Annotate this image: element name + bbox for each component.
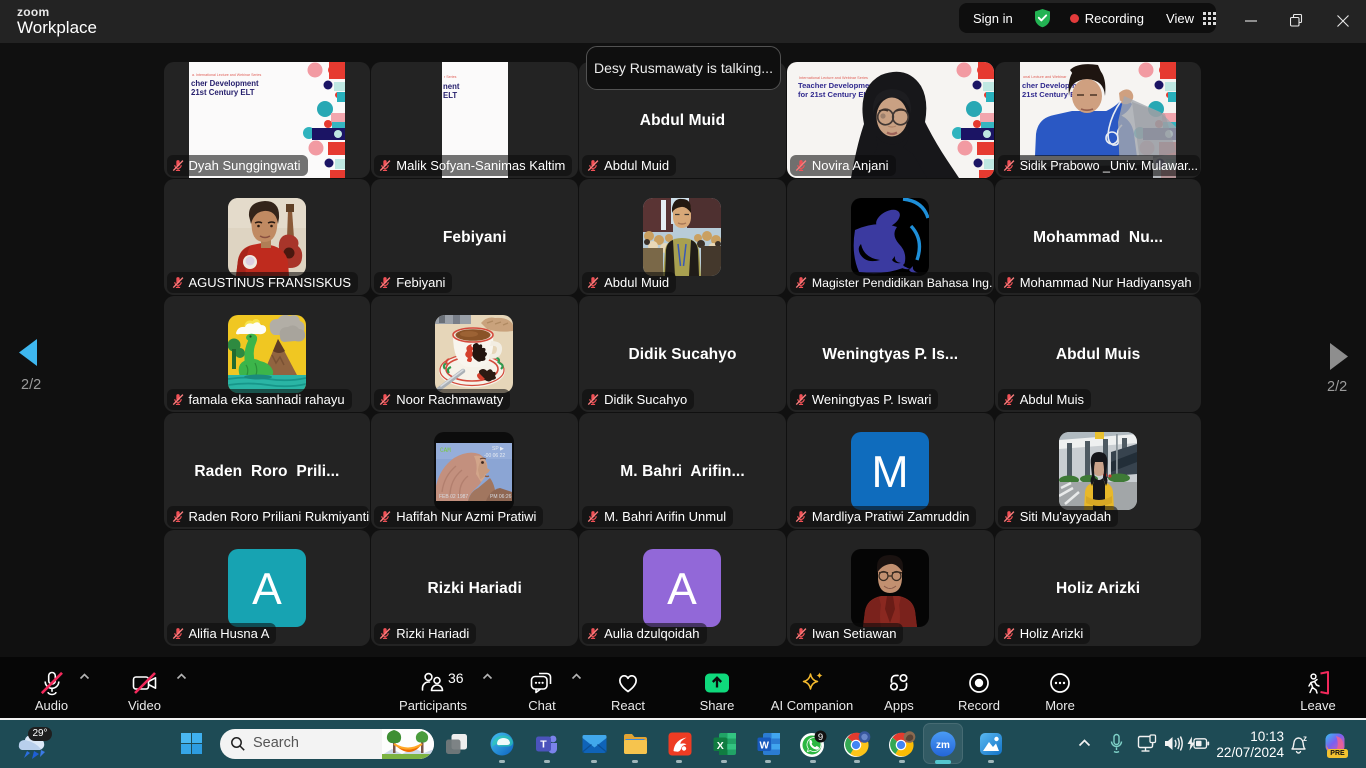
svg-text:z: z [1303, 734, 1307, 743]
svg-text:onal Lecture and Webinar: onal Lecture and Webinar [1023, 75, 1067, 79]
svg-text:a. International Lecture and: a. International Lecture and Webinar Ser… [192, 73, 261, 77]
svg-text:for 21st Century ELT: for 21st Century ELT [798, 90, 872, 99]
svg-text:zm: zm [936, 740, 950, 751]
svg-text:A: A [252, 565, 282, 614]
svg-text:W: W [759, 741, 769, 752]
svg-text:T: T [540, 739, 547, 751]
svg-text:ELT: ELT [443, 91, 457, 100]
svg-text:A: A [667, 565, 697, 614]
svg-text:-00 06 22: -00 06 22 [484, 453, 505, 459]
svg-text:21st Century ELT: 21st Century ELT [191, 88, 255, 97]
svg-text:M: M [871, 448, 908, 497]
svg-text:cher Development: cher Development [191, 79, 259, 88]
svg-text:SP ▶: SP ▶ [492, 446, 504, 452]
svg-text:CAM: CAM [440, 447, 451, 454]
svg-text:FEB 02 1987: FEB 02 1987 [439, 494, 468, 500]
svg-text:9: 9 [818, 732, 823, 743]
svg-text:X: X [717, 740, 724, 752]
svg-text:PM 06:26: PM 06:26 [490, 494, 512, 500]
svg-text:Teacher Development: Teacher Development [798, 81, 877, 90]
svg-text:International Lecture and Webi: International Lecture and Webinar Series [799, 76, 868, 80]
svg-text:r Series: r Series [444, 75, 457, 79]
svg-text:21st Century EL: 21st Century EL [1022, 90, 1080, 99]
svg-text:36: 36 [448, 670, 464, 686]
svg-text:nent: nent [443, 82, 460, 91]
